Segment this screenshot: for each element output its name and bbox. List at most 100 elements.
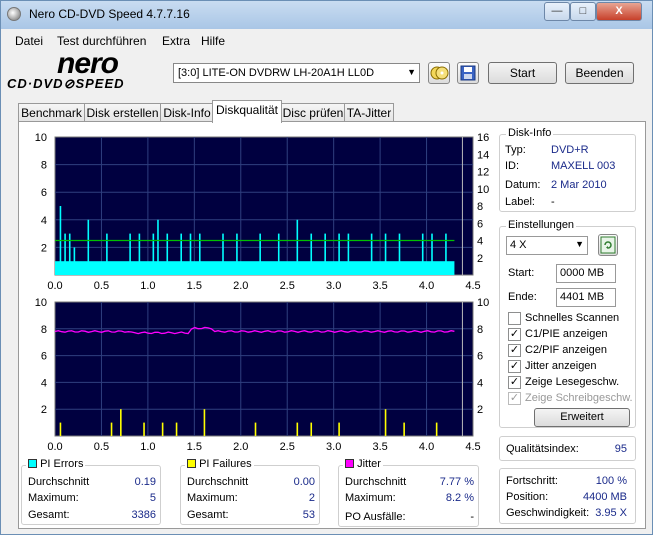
position-value: 4400 MB xyxy=(582,491,627,503)
y2-tick-label: 2 xyxy=(477,404,483,416)
tab-ta-jitter[interactable]: TA-Jitter xyxy=(344,103,394,122)
read-speed-checkbox[interactable]: ✓ xyxy=(508,376,521,389)
refresh-button[interactable] xyxy=(598,234,618,256)
advanced-button[interactable]: Erweitert xyxy=(534,408,630,427)
speed-value: 3.95 X xyxy=(595,507,627,519)
title-bar[interactable]: Nero CD-DVD Speed 4.7.7.16 — □ X xyxy=(1,1,652,29)
disk-info-group: Disk-Info Typ: DVD+R ID: MAXELL 003 Datu… xyxy=(499,127,636,212)
fast-scan-checkbox[interactable] xyxy=(508,312,521,325)
y2-tick-label: 10 xyxy=(477,297,489,309)
pif-spike-bar xyxy=(435,422,438,436)
x-tick-label: 3.0 xyxy=(326,441,341,453)
menu-datei[interactable]: Datei xyxy=(15,34,43,48)
y-tick-label: 6 xyxy=(41,351,47,363)
x-tick-label: 3.0 xyxy=(326,280,341,292)
jitter-title: Jitter xyxy=(343,458,383,470)
minimize-button[interactable]: — xyxy=(544,2,570,21)
write-speed-label: Zeige Schreibgeschw. xyxy=(525,392,633,404)
maximize-button[interactable]: □ xyxy=(570,2,596,21)
pif-spike-bar xyxy=(254,422,257,436)
y2-tick-label: 8 xyxy=(477,201,483,213)
pie-spike-bar xyxy=(296,219,299,275)
y2-tick-label: 6 xyxy=(477,351,483,363)
fast-scan-label: Schnelles Scannen xyxy=(525,312,620,324)
pi-errors-title-text: PI Errors xyxy=(40,458,84,470)
pie-spike-bar xyxy=(421,233,424,275)
x-tick-label: 0.0 xyxy=(47,441,62,453)
tab-disk-erstellen[interactable]: Disk erstellen xyxy=(84,103,161,122)
pie-avg-label: Durchschnitt xyxy=(28,476,90,488)
disk-label-value: - xyxy=(551,196,555,208)
pie-spike-bar xyxy=(324,233,326,275)
speed-select[interactable]: 4 X ▼ xyxy=(506,236,588,255)
jitter-group: Jitter Durchschnitt 7.77 % Maximum: 8.2 … xyxy=(338,458,479,527)
pie-spike-bar xyxy=(347,233,350,275)
pif-spike-bar xyxy=(120,409,122,436)
close-button[interactable]: X xyxy=(596,2,642,21)
pif-spike-bar xyxy=(384,409,387,436)
tab-disc-pruefen[interactable]: Disc prüfen xyxy=(281,103,345,122)
x-tick-label: 2.5 xyxy=(280,280,295,292)
pi-failures-title-text: PI Failures xyxy=(199,458,252,470)
pif-max-value: 2 xyxy=(308,492,315,504)
pie-spike-bar xyxy=(87,219,90,275)
pif-total-label: Gesamt: xyxy=(187,509,229,521)
app-icon xyxy=(7,7,21,21)
app-window: Nero CD-DVD Speed 4.7.7.16 — □ X Datei T… xyxy=(0,0,653,535)
y2-tick-label: 6 xyxy=(477,218,483,230)
disc-info-button[interactable] xyxy=(428,62,450,84)
x-tick-label: 2.5 xyxy=(280,441,295,453)
pi-failures-title: PI Failures xyxy=(185,458,254,470)
y2-tick-label: 8 xyxy=(477,324,483,336)
pi-failures-group: PI Failures Durchschnitt 0.00 Maximum: 2… xyxy=(180,458,320,525)
x-tick-label: 0.0 xyxy=(47,280,62,292)
y-tick-label: 10 xyxy=(35,132,47,144)
pif-spike-bar xyxy=(110,422,113,436)
pie-spike-bar xyxy=(338,233,340,275)
pie-spike-bar xyxy=(138,233,141,275)
pie-spike-bar xyxy=(198,233,201,275)
end-label: Ende: xyxy=(508,291,537,303)
speed-label: Geschwindigkeit: xyxy=(506,507,590,519)
pif-max-label: Maximum: xyxy=(187,492,238,504)
c1-pie-checkbox[interactable]: ✓ xyxy=(508,328,521,341)
disk-id-value: MAXELL 003 xyxy=(551,160,616,172)
pif-spike-bar xyxy=(161,422,164,436)
menu-extra[interactable]: Extra xyxy=(162,34,190,48)
po-failures-value: - xyxy=(470,511,474,523)
pif-avg-value: 0.00 xyxy=(293,476,315,488)
start-input[interactable]: 0000 MB xyxy=(556,264,616,283)
y2-tick-label: 2 xyxy=(477,253,483,265)
tab-diskqualitaet[interactable]: Diskqualität xyxy=(212,100,282,123)
menu-hilfe[interactable]: Hilfe xyxy=(201,34,225,48)
y-tick-label: 8 xyxy=(41,324,47,336)
pie-spike-bar xyxy=(259,233,261,275)
progress-label: Fortschritt: xyxy=(506,475,558,487)
pie-max-value: 5 xyxy=(149,492,156,504)
jitter-checkbox[interactable]: ✓ xyxy=(508,360,521,373)
speed-select-value: 4 X xyxy=(510,239,527,251)
x-tick-label: 4.0 xyxy=(419,441,434,453)
start-button[interactable]: Start xyxy=(488,62,557,84)
chevron-down-icon: ▼ xyxy=(407,67,416,77)
exit-button[interactable]: Beenden xyxy=(565,62,634,84)
disk-info-title: Disk-Info xyxy=(506,127,554,139)
end-input[interactable]: 4401 MB xyxy=(556,288,616,307)
progress-value: 100 % xyxy=(595,475,627,487)
save-button[interactable] xyxy=(457,62,479,84)
c2-pif-checkbox[interactable]: ✓ xyxy=(508,344,521,357)
x-tick-label: 3.5 xyxy=(372,441,387,453)
drive-select[interactable]: [3:0] LITE-ON DVDRW LH-20A1H LL0D ▼ xyxy=(173,63,420,83)
y2-tick-label: 16 xyxy=(477,132,489,144)
tab-disk-info[interactable]: Disk-Info xyxy=(160,103,214,122)
pif-avg-label: Durchschnitt xyxy=(187,476,249,488)
disk-quality-panel: 2 4 6 8 10 2 4 6 8 10 12 14 16 0.0 0.5 1.0 1.5 2.0 2.5 3.0 3… xyxy=(18,121,646,529)
menu-test[interactable]: Test durchführen xyxy=(57,34,146,48)
settings-group: Einstellungen 4 X ▼ Start: 0000 MB Ende:… xyxy=(499,219,636,428)
jitter-avg-label: Durchschnitt xyxy=(345,476,407,488)
pie-spike-bar xyxy=(157,219,159,275)
disk-label-label: Label: xyxy=(505,196,535,208)
discs-icon xyxy=(430,66,449,80)
tab-benchmark[interactable]: Benchmark xyxy=(18,103,85,122)
x-tick-label: 3.5 xyxy=(372,280,387,292)
